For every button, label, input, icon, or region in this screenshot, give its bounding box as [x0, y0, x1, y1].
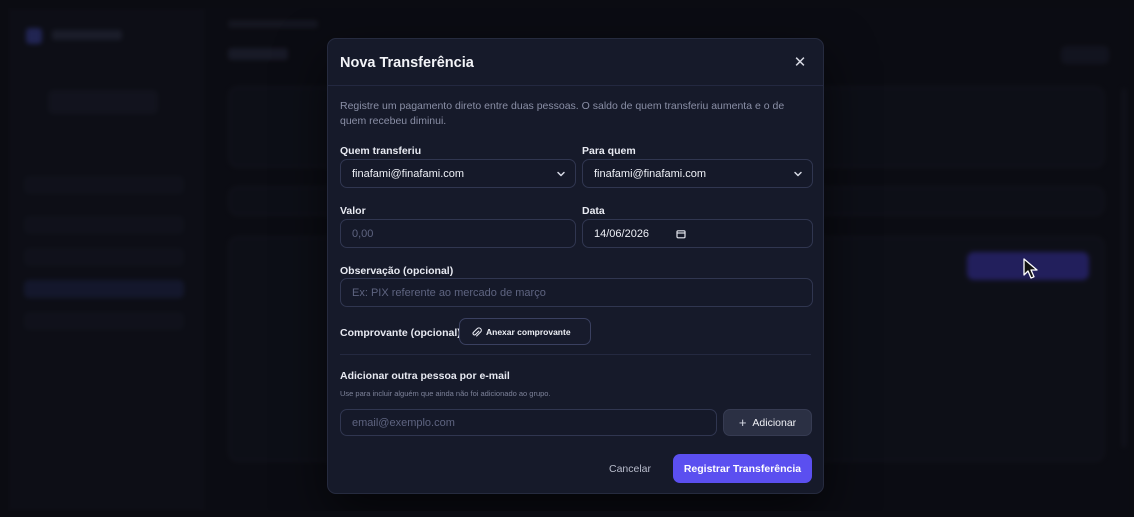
app-window: Nova Transferência ✕ Registre um pagamen… — [8, 8, 1129, 511]
to-select[interactable]: finafami@finafami.com — [582, 159, 813, 188]
date-label: Data — [582, 205, 605, 217]
to-label: Para quem — [582, 145, 636, 157]
submit-transfer-button[interactable]: Registrar Transferência — [673, 454, 812, 483]
invite-hint: Use para incluir alguém que ainda não fo… — [340, 389, 551, 398]
date-input[interactable]: 14/06/2026 — [582, 219, 813, 248]
amount-label: Valor — [340, 205, 366, 217]
note-input[interactable]: Ex: PIX referente ao mercado de março — [340, 278, 813, 307]
amount-placeholder: 0,00 — [352, 227, 374, 240]
amount-input[interactable]: 0,00 — [340, 219, 576, 248]
transfer-modal: Nova Transferência ✕ Registre um pagamen… — [327, 38, 824, 494]
modal-header: Nova Transferência ✕ — [328, 39, 823, 86]
add-person-button[interactable]: + Adicionar — [723, 409, 812, 436]
modal-description: Registre um pagamento direto entre duas … — [340, 100, 785, 127]
from-select-value: finafami@finafami.com — [352, 167, 465, 180]
note-placeholder: Ex: PIX referente ao mercado de março — [352, 286, 546, 299]
invite-email-placeholder: email@exemplo.com — [352, 416, 455, 429]
calendar-icon[interactable] — [676, 229, 686, 239]
attach-receipt-button[interactable]: Anexar comprovante — [459, 318, 591, 345]
from-label: Quem transferiu — [340, 145, 422, 157]
to-select-value: finafami@finafami.com — [594, 167, 707, 180]
chevron-down-icon — [557, 171, 565, 177]
chevron-down-icon — [794, 171, 802, 177]
from-select[interactable]: finafami@finafami.com — [340, 159, 576, 188]
note-label: Observação (opcional) — [340, 265, 454, 277]
mouse-cursor-icon — [1023, 258, 1038, 279]
section-divider — [340, 354, 811, 355]
paperclip-icon — [472, 327, 482, 337]
plus-icon: + — [738, 415, 747, 430]
invite-email-input[interactable]: email@exemplo.com — [340, 409, 717, 436]
close-button[interactable]: ✕ — [791, 53, 809, 71]
date-value: 14/06/2026 — [594, 227, 650, 240]
invite-heading: Adicionar outra pessoa por e-mail — [340, 370, 510, 382]
receipt-label: Comprovante (opcional) — [340, 327, 461, 339]
cancel-button[interactable]: Cancelar — [600, 455, 660, 482]
add-person-label: Adicionar — [752, 416, 797, 429]
close-icon: ✕ — [793, 54, 807, 71]
modal-title: Nova Transferência — [340, 55, 474, 71]
attach-receipt-label: Anexar comprovante — [486, 326, 571, 337]
